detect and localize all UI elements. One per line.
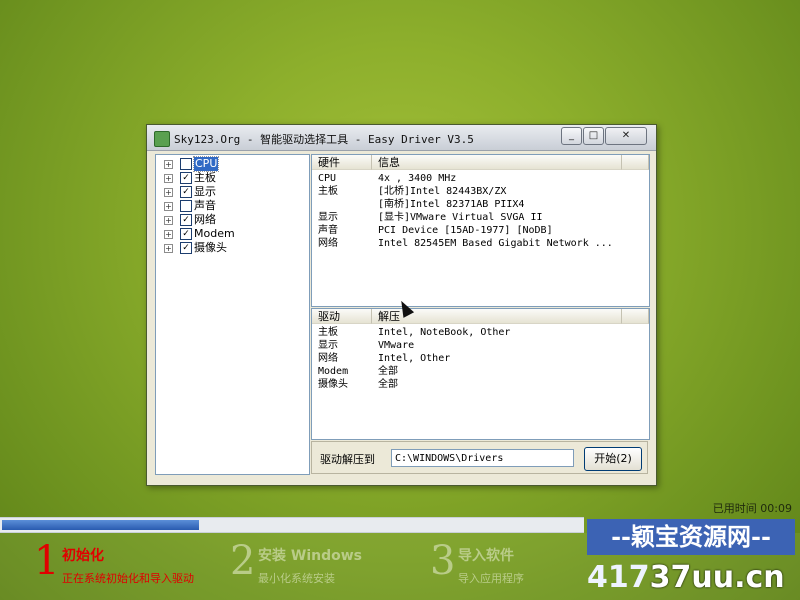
checkbox-modem[interactable]: ✓ — [180, 228, 192, 240]
tree-item-label[interactable]: CPU — [192, 156, 220, 172]
watermark-url-domain: 37uu.cn — [649, 560, 785, 595]
row-name: 主板 — [318, 327, 338, 338]
row-name: 主板 — [318, 186, 338, 197]
window-title: Sky123.Org - 智能驱动选择工具 - Easy Driver V3.5 — [174, 133, 474, 146]
row-info: PCI Device [15AD-1977] [NoDB] — [378, 225, 553, 236]
driver-list[interactable]: 驱动 解压 主板 Intel, NoteBook, Other 显示 VMware … — [311, 308, 650, 440]
column-header-filler — [622, 309, 649, 324]
start-button[interactable]: 开始(2) — [584, 447, 642, 471]
row-name: CPU — [318, 173, 337, 184]
step-subtitle: 正在系统初始化和导入驱动 — [62, 572, 194, 585]
close-button[interactable]: ✕ — [605, 127, 647, 145]
step-number: 2 — [230, 538, 256, 584]
step-number: 1 — [34, 538, 60, 584]
row-name: 摄像头 — [318, 379, 348, 390]
extract-path-input[interactable]: C:\WINDOWS\Drivers — [391, 449, 574, 467]
checkbox-cpu[interactable] — [180, 158, 192, 170]
watermark-url-prefix: 417 — [587, 560, 650, 595]
title-bar[interactable]: Sky123.Org - 智能驱动选择工具 - Easy Driver V3.5… — [147, 125, 656, 151]
row-info: VMware — [378, 340, 415, 351]
column-header-filler — [622, 155, 649, 170]
watermark-url: 41737uu.cn — [587, 559, 797, 597]
checkbox-sound[interactable] — [180, 200, 192, 212]
expand-icon[interactable]: + — [164, 230, 173, 239]
step-title: 导入软件 — [458, 548, 514, 564]
column-header-driver[interactable]: 驱动 — [312, 309, 372, 324]
step-number: 3 — [430, 538, 456, 584]
row-name: 网络 — [318, 353, 338, 364]
maximize-button[interactable]: □ — [583, 127, 604, 145]
tree-item-label[interactable]: 网络 — [194, 213, 216, 227]
row-name: 显示 — [318, 212, 338, 223]
checkbox-display[interactable]: ✓ — [180, 186, 192, 198]
expand-icon[interactable]: + — [164, 188, 173, 197]
progress-bar — [0, 517, 584, 533]
expand-icon[interactable]: + — [164, 202, 173, 211]
tree-item-label[interactable]: 显示 — [194, 185, 216, 199]
row-info: 4x , 3400 MHz — [378, 173, 457, 184]
watermark-logo: --颖宝资源网-- 41737uu.cn — [587, 519, 800, 600]
extract-path-label: 驱动解压到 — [320, 453, 375, 466]
elapsed-time: 已用时间 00:09 — [712, 502, 792, 515]
step-title: 安装 Windows — [258, 548, 362, 564]
column-header-info[interactable]: 信息 — [372, 155, 622, 170]
expand-icon[interactable]: + — [164, 216, 173, 225]
tree-item-label[interactable]: 摄像头 — [194, 241, 227, 255]
row-name: 显示 — [318, 340, 338, 351]
checkbox-camera[interactable]: ✓ — [180, 242, 192, 254]
hardware-list[interactable]: 硬件 信息 CPU 4x , 3400 MHz 主板 [北桥]Intel 82443… — [311, 154, 650, 307]
checkbox-network[interactable]: ✓ — [180, 214, 192, 226]
progress-fill — [2, 520, 199, 530]
row-info: 全部 — [378, 366, 398, 377]
row-info: Intel, Other — [378, 353, 451, 364]
watermark-title: --颖宝资源网-- — [587, 519, 795, 555]
row-info: [显卡]VMware Virtual SVGA II — [378, 212, 543, 223]
tree-item-label[interactable]: Modem — [194, 227, 235, 241]
step-title: 初始化 — [62, 548, 104, 564]
extract-path-bar: 驱动解压到 C:\WINDOWS\Drivers 开始(2) — [311, 441, 648, 474]
step-subtitle: 最小化系统安装 — [258, 572, 335, 585]
app-icon — [154, 131, 170, 147]
expand-icon[interactable]: + — [164, 174, 173, 183]
step-subtitle: 导入应用程序 — [458, 572, 524, 585]
tree-item-label[interactable]: 声音 — [194, 199, 216, 213]
minimize-button[interactable]: _ — [561, 127, 582, 145]
row-name: 声音 — [318, 225, 338, 236]
row-info: [北桥]Intel 82443BX/ZX — [378, 186, 507, 197]
row-info: Intel, NoteBook, Other — [378, 327, 511, 338]
expand-icon[interactable]: + — [164, 160, 173, 169]
row-info: [南桥]Intel 82371AB PIIX4 — [378, 199, 525, 210]
row-name: Modem — [318, 366, 349, 377]
row-name: 网络 — [318, 238, 338, 249]
column-header-hardware[interactable]: 硬件 — [312, 155, 372, 170]
tree-item-label[interactable]: 主板 — [194, 171, 216, 185]
checkbox-mainboard[interactable]: ✓ — [180, 172, 192, 184]
row-info: 全部 — [378, 379, 398, 390]
expand-icon[interactable]: + — [164, 244, 173, 253]
hardware-tree[interactable]: + CPU + ✓ 主板 + ✓ 显示 + 声音 + ✓ 网络 + ✓ Mode… — [155, 154, 310, 475]
row-info: Intel 82545EM Based Gigabit Network ... — [378, 238, 613, 249]
